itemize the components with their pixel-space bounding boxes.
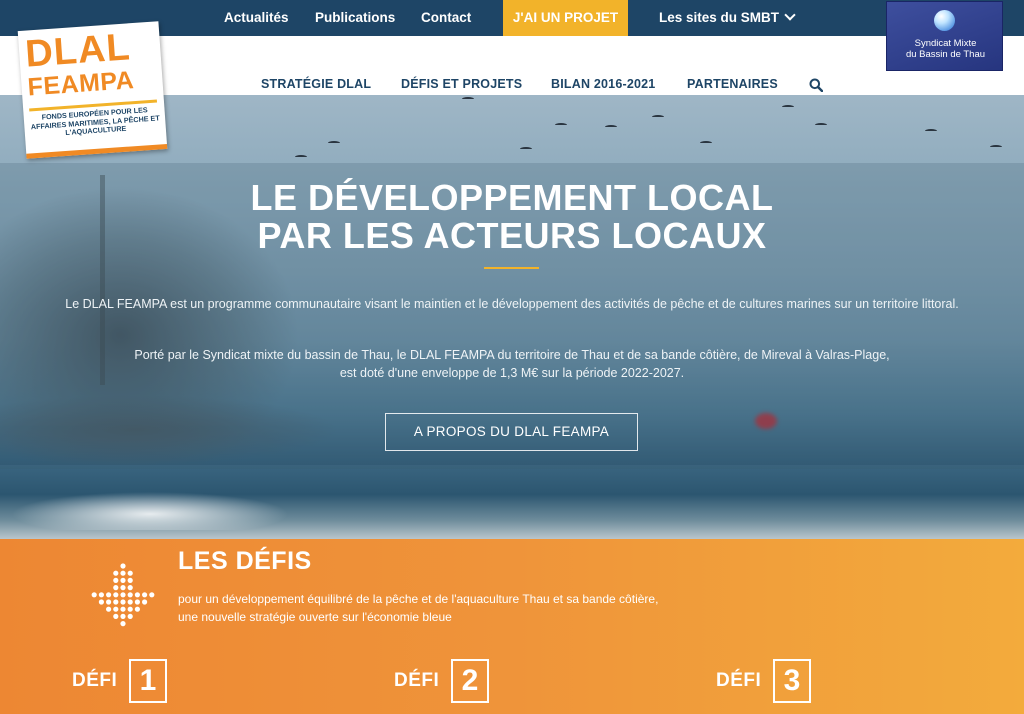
defis-title: LES DÉFIS — [178, 547, 312, 575]
defi-number: 1 — [129, 659, 167, 703]
seagull-icon — [605, 125, 617, 129]
seagull-icon — [328, 141, 340, 145]
seagull-icon — [462, 97, 474, 101]
smbt-logo-text: Syndicat Mixte du Bassin de Thau — [887, 38, 1004, 60]
defi-1-link[interactable]: DÉFI 1 — [72, 659, 168, 703]
hero-section: LE DÉVELOPPEMENT LOCAL PAR LES ACTEURS L… — [0, 95, 1024, 539]
hero-paragraph-2-line1: Porté par le Syndicat mixte du bassin de… — [134, 348, 890, 362]
topnav-publications[interactable]: Publications — [315, 0, 395, 36]
defi-number: 2 — [451, 659, 489, 703]
seagull-icon — [815, 123, 827, 127]
defi-label: DÉFI — [394, 670, 440, 691]
topnav-jai-un-projet-button[interactable]: J'AI UN PROJET — [503, 0, 628, 36]
topnav-actualites[interactable]: Actualités — [224, 0, 289, 36]
logo-subtitle: FONDS EUROPÉEN POUR LES AFFAIRES MARITIM… — [30, 105, 160, 137]
dotted-arrow-down-icon — [91, 563, 155, 627]
defi-3-link[interactable]: DÉFI 3 — [716, 659, 812, 703]
defi-label: DÉFI — [716, 670, 762, 691]
chevron-down-icon — [784, 9, 796, 21]
defis-subtitle-line2: une nouvelle stratégie ouverte sur l'éco… — [178, 610, 452, 624]
dlal-feampa-logo[interactable]: DLAL FEAMPA FONDS EUROPÉEN POUR LES AFFA… — [17, 21, 168, 159]
defi-2-link[interactable]: DÉFI 2 — [394, 659, 490, 703]
hero-title-line1: LE DÉVELOPPEMENT LOCAL — [250, 177, 774, 218]
seagull-icon — [925, 129, 937, 133]
seagull-icon — [700, 141, 712, 145]
defi-label: DÉFI — [72, 670, 118, 691]
defi-number: 3 — [773, 659, 811, 703]
defis-section: LES DÉFIS pour un développement équilibr… — [0, 539, 1024, 714]
seagull-icon — [555, 123, 567, 127]
hero-paragraph-2-line2: est doté d'une enveloppe de 1,3 M€ sur l… — [339, 366, 685, 380]
seagull-icon — [520, 147, 532, 151]
topnav-sites-smbt-dropdown[interactable]: Les sites du SMBT — [659, 0, 796, 36]
hero-title: LE DÉVELOPPEMENT LOCAL PAR LES ACTEURS L… — [0, 179, 1024, 255]
nav-strategie-dlal[interactable]: STRATÉGIE DLAL — [261, 77, 371, 91]
hero-paragraph-1: Le DLAL FEAMPA est un programme communau… — [65, 297, 959, 311]
hero-paragraph-2: Porté par le Syndicat mixte du bassin de… — [20, 346, 1004, 382]
seagull-icon — [782, 105, 794, 109]
smbt-logo-line2: du Bassin de Thau — [905, 49, 986, 60]
search-icon[interactable] — [809, 78, 823, 92]
hero-wave-foam — [0, 490, 300, 530]
seagull-icon — [990, 145, 1002, 149]
logo-feampa-text: FEAMPA — [26, 66, 136, 102]
seagull-icon — [652, 115, 664, 119]
hero-divider — [484, 267, 539, 269]
nav-partenaires[interactable]: PARTENAIRES — [687, 77, 778, 91]
globe-icon — [934, 10, 955, 31]
smbt-logo[interactable]: Syndicat Mixte du Bassin de Thau — [886, 1, 1003, 71]
nav-bilan-2016-2021[interactable]: BILAN 2016-2021 — [551, 77, 655, 91]
nav-defis-et-projets[interactable]: DÉFIS ET PROJETS — [401, 77, 522, 91]
sites-smbt-label: Les sites du SMBT — [659, 10, 780, 25]
defis-subtitle-line1: pour un développement équilibré de la pê… — [178, 592, 659, 606]
smbt-logo-line1: Syndicat Mixte — [914, 38, 977, 49]
a-propos-button[interactable]: A PROPOS DU DLAL FEAMPA — [385, 413, 638, 451]
hero-title-line2: PAR LES ACTEURS LOCAUX — [257, 215, 767, 256]
seagull-icon — [295, 155, 307, 159]
topnav-contact[interactable]: Contact — [421, 0, 471, 36]
defis-subtitle: pour un développement équilibré de la pê… — [178, 590, 778, 626]
